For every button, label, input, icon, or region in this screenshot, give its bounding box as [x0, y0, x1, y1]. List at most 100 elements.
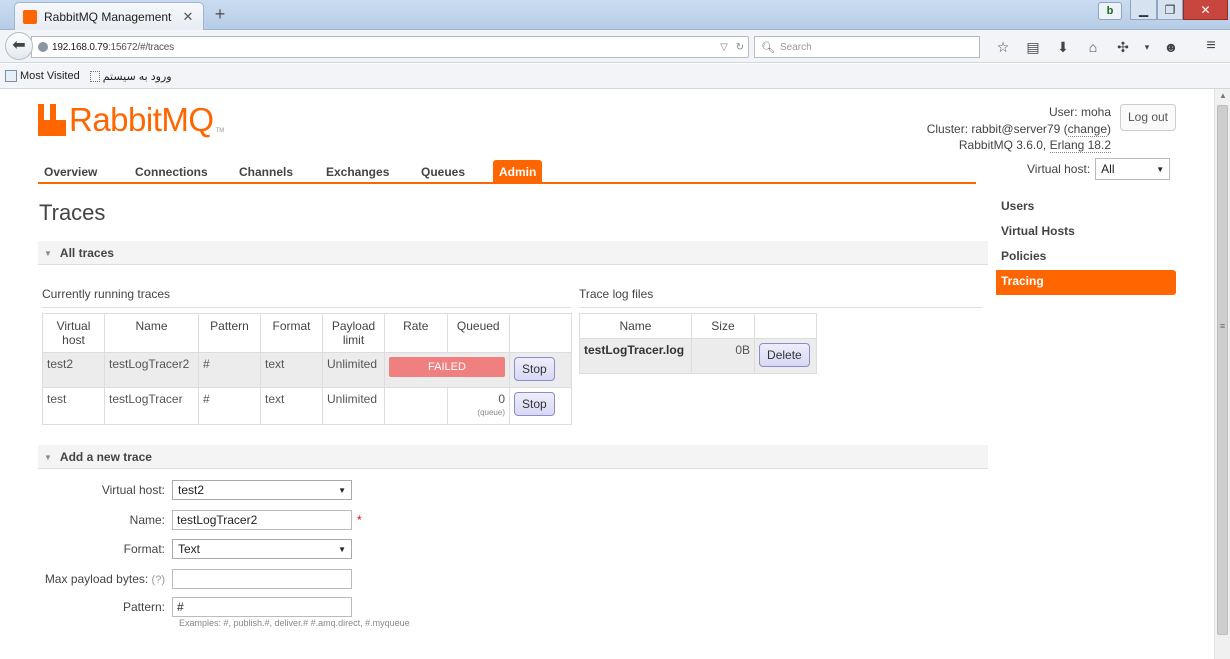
table-header-row: Virtual host Name Pattern Format Payload… — [42, 313, 572, 353]
collapse-triangle-icon: ▼ — [44, 248, 52, 258]
minimize-window-icon[interactable]: ▁ — [1130, 0, 1157, 20]
column-header-virtual-host: Virtual host — [42, 313, 105, 353]
name-input[interactable]: testLogTracer2 — [172, 510, 352, 530]
max-payload-input[interactable] — [172, 569, 352, 589]
url-dropdown-icon[interactable]: ▽ — [716, 42, 732, 53]
stop-trace-button[interactable]: Stop — [514, 357, 555, 381]
table-row: testLogTracer.log 0B Delete — [579, 338, 817, 374]
cell-vhost: test2 — [42, 352, 105, 388]
rabbit-logo-icon — [38, 104, 66, 136]
virtual-host-select[interactable]: All ▼ — [1095, 158, 1171, 180]
browser-tab[interactable]: RabbitMQ Management ✕ — [14, 2, 204, 30]
toolbar-icons: ☆ ▤ ⬇ ⌂ ✣ ▾ ☻ — [988, 38, 1186, 56]
sidebar-item-users[interactable]: Users — [996, 195, 1176, 220]
cell-action: Stop — [509, 352, 572, 388]
sidebar-item-tracing[interactable]: Tracing — [996, 270, 1176, 295]
max-payload-label: Max payload bytes: (?) — [44, 572, 165, 586]
globe-icon — [38, 42, 48, 52]
bookmark-login[interactable]: ورود به سیستم — [89, 70, 172, 83]
tab-admin[interactable]: Admin — [493, 160, 543, 184]
column-header-payload-limit: Payload limit — [322, 313, 385, 353]
column-header-pattern: Pattern — [198, 313, 261, 353]
page-title: Traces — [39, 200, 106, 225]
collapse-triangle-icon: ▼ — [44, 452, 52, 462]
cell-format: text — [260, 387, 323, 425]
running-traces-title: Currently running traces — [42, 287, 571, 308]
required-mark: * — [357, 513, 362, 527]
reading-list-icon[interactable]: ▤ — [1018, 38, 1048, 56]
failed-status-badge: FAILED — [389, 357, 505, 377]
column-header-format: Format — [260, 313, 323, 353]
main-nav: Overview Connections Channels Exchanges … — [38, 158, 976, 184]
tab-queues[interactable]: Queues — [421, 160, 465, 184]
tab-connections[interactable]: Connections — [135, 160, 208, 184]
scroll-up-icon[interactable]: ▲ — [1215, 89, 1230, 103]
format-label: Format: — [123, 542, 165, 556]
browser-titlebar: RabbitMQ Management ✕ + b ▁ ❐ ✕ — [0, 0, 1230, 30]
menu-icon[interactable]: ≡ — [1202, 38, 1220, 54]
tab-close-icon[interactable]: ✕ — [181, 9, 195, 25]
bookmark-star-icon[interactable]: ☆ — [988, 38, 1018, 56]
cell-name: testLogTracer — [104, 387, 199, 425]
cell-queued: 0 (queue) — [446, 387, 510, 425]
form-row-format: Format: Text ▼ — [38, 539, 352, 559]
bing-icon[interactable]: b — [1098, 2, 1122, 20]
scroll-thumb[interactable]: ≡ — [1217, 105, 1228, 635]
help-icon[interactable]: (?) — [152, 574, 165, 586]
add-trace-section-header[interactable]: ▼ Add a new trace — [38, 445, 988, 469]
page-scrollbar[interactable]: ▲ ≡ — [1214, 89, 1230, 659]
delete-log-button[interactable]: Delete — [759, 343, 810, 367]
column-header-file-size: Size — [690, 313, 756, 339]
back-button[interactable]: ⬅ — [5, 32, 33, 60]
table-row: test2 testLogTracer2 # text Unlimited FA… — [42, 352, 572, 388]
format-select[interactable]: Text ▼ — [172, 539, 352, 559]
queued-count: 0 — [498, 392, 505, 406]
file-name-link[interactable]: testLogTracer.log — [579, 338, 692, 374]
tab-exchanges[interactable]: Exchanges — [326, 160, 389, 184]
virtual-host-select[interactable]: test2 ▼ — [172, 480, 352, 500]
name-label: Name: — [129, 513, 165, 527]
cell-file-action: Delete — [754, 338, 817, 374]
page-icon — [89, 70, 100, 82]
reload-icon[interactable]: ↻ — [732, 42, 748, 53]
home-icon[interactable]: ⌂ — [1078, 38, 1108, 56]
cell-file-size: 0B — [690, 338, 756, 374]
rabbitmq-version: RabbitMQ 3.6.0, — [958, 138, 1047, 152]
form-row-max-payload: Max payload bytes: (?) — [38, 569, 352, 589]
browser-navbar: 192.168.0.79:15672/#/traces ▽ ↻ ⬅ 🔍︎ Sea… — [0, 30, 1230, 63]
erlang-version-link[interactable]: Erlang 18.2 — [1049, 138, 1111, 153]
logo-trademark: TM — [215, 128, 225, 134]
pattern-input[interactable]: # — [172, 597, 352, 617]
addon-dropdown-icon[interactable]: ▾ — [1138, 38, 1156, 56]
new-tab-icon[interactable]: + — [210, 5, 230, 25]
tab-channels[interactable]: Channels — [239, 160, 293, 184]
close-window-icon[interactable]: ✕ — [1183, 0, 1228, 20]
pattern-label: Pattern: — [122, 600, 165, 614]
chevron-down-icon: ▼ — [1156, 164, 1165, 174]
sidebar-item-virtual-hosts[interactable]: Virtual Hosts — [996, 220, 1176, 245]
cell-payload: Unlimited — [322, 352, 385, 388]
maximize-window-icon[interactable]: ❐ — [1157, 0, 1183, 20]
addon-icon[interactable]: ✣ — [1108, 38, 1138, 56]
change-cluster-link[interactable]: change — [1067, 121, 1107, 137]
stop-trace-button[interactable]: Stop — [514, 392, 555, 416]
virtual-host-selector: Virtual host: All ▼ — [1027, 158, 1171, 180]
form-row-pattern: Pattern: # — [38, 597, 352, 617]
cell-action: Stop — [509, 387, 572, 425]
logout-button[interactable]: Log out — [1120, 104, 1176, 131]
cell-payload: Unlimited — [322, 387, 385, 425]
chat-icon[interactable]: ☻ — [1156, 38, 1186, 56]
sidebar-item-policies[interactable]: Policies — [996, 245, 1176, 270]
chevron-down-icon: ▼ — [338, 544, 346, 554]
cell-vhost: test — [42, 387, 105, 425]
rabbitmq-logo: RabbitMQ TM — [38, 102, 224, 138]
downloads-icon[interactable]: ⬇ — [1048, 38, 1078, 56]
cell-rate — [384, 387, 448, 425]
all-traces-section-header[interactable]: ▼ All traces — [38, 241, 988, 265]
url-bar[interactable]: 192.168.0.79:15672/#/traces ▽ ↻ — [31, 36, 749, 58]
search-input[interactable]: 🔍︎ Search — [754, 36, 980, 58]
tab-overview[interactable]: Overview — [44, 160, 97, 184]
bookmark-most-visited[interactable]: Most Visited — [5, 70, 80, 82]
column-header-file-actions — [754, 313, 817, 339]
table-header-row: Name Size — [579, 313, 817, 339]
